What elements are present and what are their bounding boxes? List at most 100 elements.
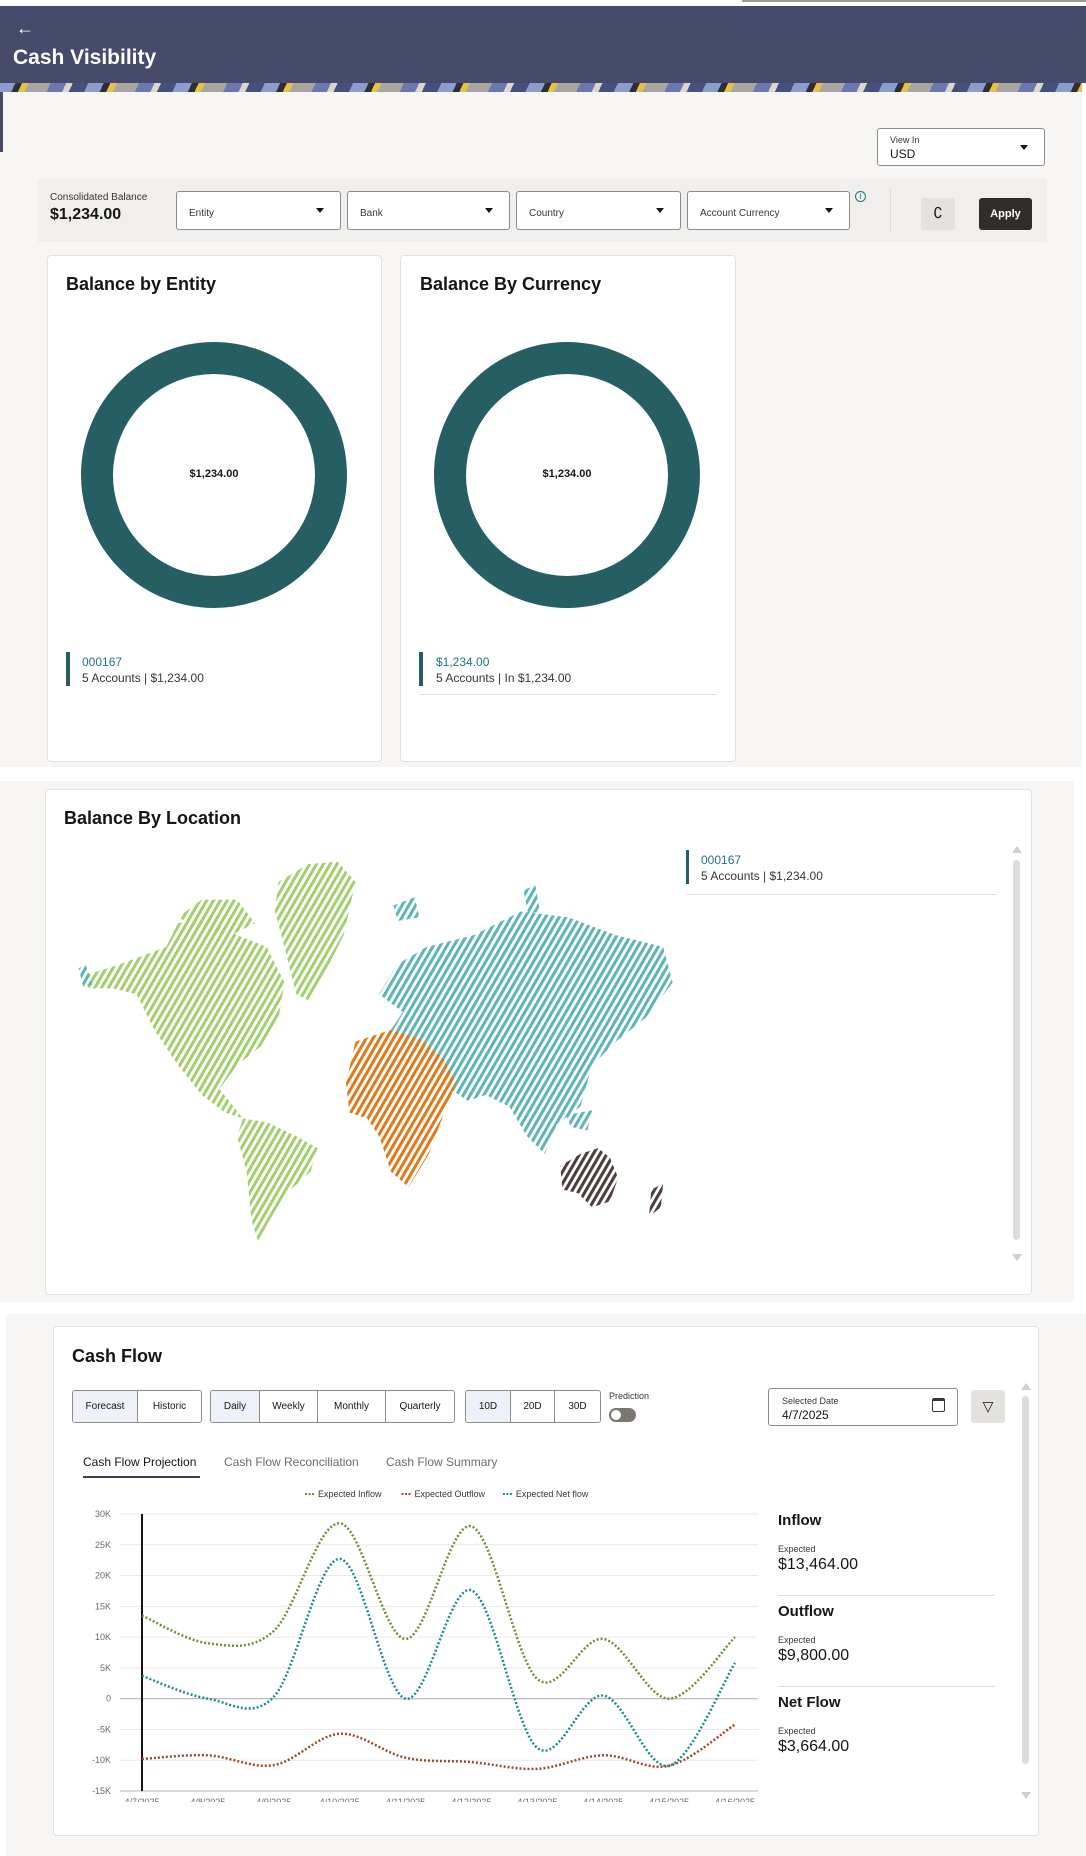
- chart-bottom-mask: [60, 1802, 770, 1824]
- balance-by-currency-title: Balance By Currency: [420, 274, 602, 294]
- scroll-up-icon[interactable]: [1021, 1383, 1031, 1390]
- legend-label[interactable]: Expected Outflow: [415, 1489, 486, 1499]
- y-tick-label: -15K: [92, 1786, 111, 1796]
- legend-marker: [419, 652, 423, 686]
- header-decoration: [0, 83, 1082, 92]
- balance-by-location-title: Balance By Location: [64, 808, 242, 828]
- reset-filter-button[interactable]: ∁: [921, 198, 955, 230]
- country-dropdown[interactable]: Country: [516, 191, 681, 230]
- legend-label[interactable]: Expected Inflow: [318, 1489, 382, 1499]
- period-toggle-group: Daily Weekly Monthly Quarterly: [210, 1390, 455, 1423]
- region-americas[interactable]: [80, 861, 356, 1243]
- consolidated-balance-value: $1,234.00: [50, 206, 122, 223]
- y-tick-label: 25K: [95, 1540, 111, 1550]
- legend-marker: [686, 850, 689, 884]
- 20d-button[interactable]: 20D: [511, 1391, 555, 1422]
- series-line-1[interactable]: [141, 1723, 736, 1771]
- view-in-label: View In: [890, 135, 920, 145]
- 30d-button[interactable]: 30D: [555, 1391, 600, 1422]
- y-tick-label: 30K: [95, 1509, 111, 1519]
- outflow-value: $9,800.00: [778, 1647, 850, 1664]
- bank-dropdown[interactable]: Bank: [347, 191, 510, 230]
- selected-date-label: Selected Date: [782, 1396, 839, 1406]
- legend-divider: [419, 694, 717, 695]
- view-in-select[interactable]: View In USD: [877, 128, 1045, 166]
- world-map: [78, 861, 673, 1243]
- active-tab-underline: [83, 1476, 200, 1478]
- entity-dropdown[interactable]: Entity: [176, 191, 341, 230]
- tab-cash-flow-projection[interactable]: Cash Flow Projection: [83, 1455, 196, 1469]
- quarterly-button[interactable]: Quarterly: [386, 1391, 454, 1422]
- chevron-down-icon: [485, 208, 493, 213]
- range-toggle-group: 10D 20D 30D: [465, 1390, 601, 1423]
- scroll-up-icon[interactable]: [1012, 846, 1022, 853]
- legend-marker: [66, 652, 70, 686]
- divider: [778, 1595, 995, 1596]
- region-oceania[interactable]: [560, 1148, 664, 1217]
- outflow-heading: Outflow: [778, 1603, 834, 1620]
- entity-placeholder: Entity: [189, 208, 215, 219]
- consolidated-balance-label: Consolidated Balance: [50, 192, 148, 203]
- prediction-label: Prediction: [609, 1391, 650, 1401]
- account-currency-placeholder: Account Currency: [700, 208, 780, 219]
- location-legend-name[interactable]: 000167: [701, 853, 741, 867]
- currency-legend-detail: 5 Accounts | In $1,234.00: [436, 671, 572, 685]
- net-flow-heading: Net Flow: [778, 1694, 841, 1711]
- y-tick-label: -5K: [97, 1724, 111, 1734]
- entity-donut-center-value: $1,234.00: [189, 468, 239, 480]
- currency-legend-name[interactable]: $1,234.00: [436, 655, 489, 669]
- divider: [890, 189, 891, 231]
- chevron-down-icon: [316, 208, 324, 213]
- apply-button[interactable]: Apply: [979, 198, 1032, 230]
- calendar-icon[interactable]: [932, 1398, 945, 1412]
- chevron-down-icon: [656, 208, 664, 213]
- series-line-0[interactable]: [141, 1521, 736, 1700]
- bank-placeholder: Bank: [360, 208, 383, 219]
- entity-legend-detail: 5 Accounts | $1,234.00: [82, 671, 204, 685]
- selected-date-input[interactable]: Selected Date 4/7/2025: [768, 1388, 958, 1426]
- chevron-down-icon: [825, 208, 833, 213]
- location-scrollbar[interactable]: [1013, 860, 1020, 1240]
- cash-flow-scrollbar[interactable]: [1022, 1396, 1029, 1764]
- cash-flow-chart: 30K25K20K15K10K5K0-5K-10K-15K4/7/20254/8…: [60, 1489, 770, 1824]
- inflow-heading: Inflow: [778, 1512, 822, 1529]
- view-in-value: USD: [890, 147, 916, 161]
- advanced-filter-button[interactable]: ▽: [971, 1390, 1005, 1423]
- series-line-2[interactable]: [141, 1557, 737, 1768]
- outflow-label: Expected: [778, 1635, 816, 1645]
- 10d-button[interactable]: 10D: [466, 1391, 511, 1422]
- monthly-button[interactable]: Monthly: [318, 1391, 386, 1422]
- y-tick-label: 15K: [95, 1601, 111, 1611]
- historic-button[interactable]: Historic: [138, 1391, 201, 1422]
- y-tick-label: 20K: [95, 1571, 111, 1581]
- left-accent: [0, 92, 3, 152]
- mode-toggle-group: Forecast Historic: [72, 1390, 202, 1423]
- legend-divider: [686, 894, 997, 895]
- currency-donut-center-value: $1,234.00: [542, 468, 592, 480]
- arrow-left-icon: ←: [16, 18, 34, 38]
- legend-label[interactable]: Expected Net flow: [516, 1489, 589, 1499]
- back-button[interactable]: ←: [16, 18, 34, 39]
- prediction-toggle[interactable]: [609, 1408, 636, 1422]
- scroll-down-icon[interactable]: [1021, 1792, 1031, 1799]
- info-icon[interactable]: i: [855, 191, 866, 202]
- tab-cash-flow-reconciliation[interactable]: Cash Flow Reconciliation: [224, 1455, 359, 1469]
- divider: [778, 1686, 995, 1687]
- net-flow-label: Expected: [778, 1726, 816, 1736]
- forecast-button[interactable]: Forecast: [73, 1391, 138, 1422]
- tab-cash-flow-summary[interactable]: Cash Flow Summary: [386, 1455, 497, 1469]
- account-currency-dropdown[interactable]: Account Currency: [687, 191, 850, 230]
- y-tick-label: 10K: [95, 1632, 111, 1642]
- entity-legend-name[interactable]: 000167: [82, 655, 122, 669]
- filter-clear-icon: ∁: [933, 205, 943, 222]
- page-title: Cash Visibility: [13, 46, 157, 69]
- net-flow-value: $3,664.00: [778, 1738, 850, 1755]
- chevron-down-icon: [1020, 145, 1028, 150]
- weekly-button[interactable]: Weekly: [260, 1391, 318, 1422]
- top-divider: [742, 0, 1086, 2]
- inflow-value: $13,464.00: [778, 1556, 859, 1573]
- daily-button[interactable]: Daily: [211, 1391, 260, 1422]
- filter-search-icon: ▽: [982, 1398, 994, 1414]
- toggle-knob: [611, 1410, 621, 1420]
- scroll-down-icon[interactable]: [1012, 1254, 1022, 1261]
